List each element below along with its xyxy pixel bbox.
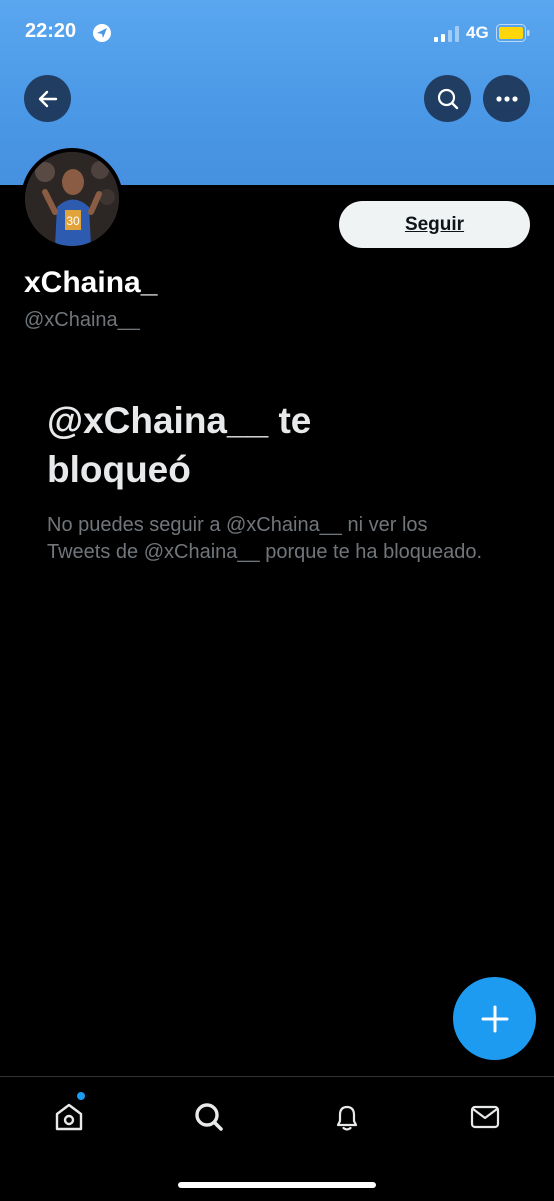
- more-button[interactable]: [483, 75, 530, 122]
- blocked-message: No puedes seguir a @xChaina__ ni ver los…: [47, 514, 483, 563]
- avatar-illustration: 30: [25, 152, 119, 246]
- home-indicator[interactable]: [178, 1182, 376, 1188]
- back-button[interactable]: [24, 75, 71, 122]
- status-time: 22:20: [25, 20, 77, 42]
- compose-tweet-button[interactable]: [453, 977, 536, 1060]
- tab-messages[interactable]: [465, 1097, 505, 1137]
- bell-icon: [336, 1105, 358, 1131]
- network-type: 4G: [466, 23, 489, 42]
- home-icon: [55, 1103, 83, 1131]
- tab-home[interactable]: [49, 1097, 89, 1137]
- plus-icon: [481, 1005, 508, 1032]
- svg-text:30: 30: [66, 214, 80, 228]
- location-arrow-icon: [93, 24, 111, 42]
- profile-handle: @xChaina__: [24, 309, 140, 331]
- tab-notifications[interactable]: [327, 1097, 367, 1137]
- signal-icon: [434, 26, 459, 42]
- more-horizontal-icon: [495, 95, 518, 102]
- mail-icon: [470, 1105, 500, 1129]
- home-notification-dot: [77, 1092, 85, 1100]
- profile-display-name: xChaina_: [24, 266, 158, 299]
- blocked-title: @xChaina__ te bloqueó: [47, 400, 312, 490]
- avatar[interactable]: 30: [21, 148, 123, 250]
- status-bar: 22:20 4G: [0, 0, 554, 70]
- search-icon: [437, 88, 458, 109]
- search-button[interactable]: [424, 75, 471, 122]
- search-icon: [195, 1103, 223, 1131]
- arrow-left-icon: [38, 90, 57, 107]
- follow-button[interactable]: Seguir: [339, 201, 530, 248]
- avatar-photo: 30: [25, 152, 119, 246]
- tab-search[interactable]: [189, 1097, 229, 1137]
- battery-icon: [496, 24, 530, 42]
